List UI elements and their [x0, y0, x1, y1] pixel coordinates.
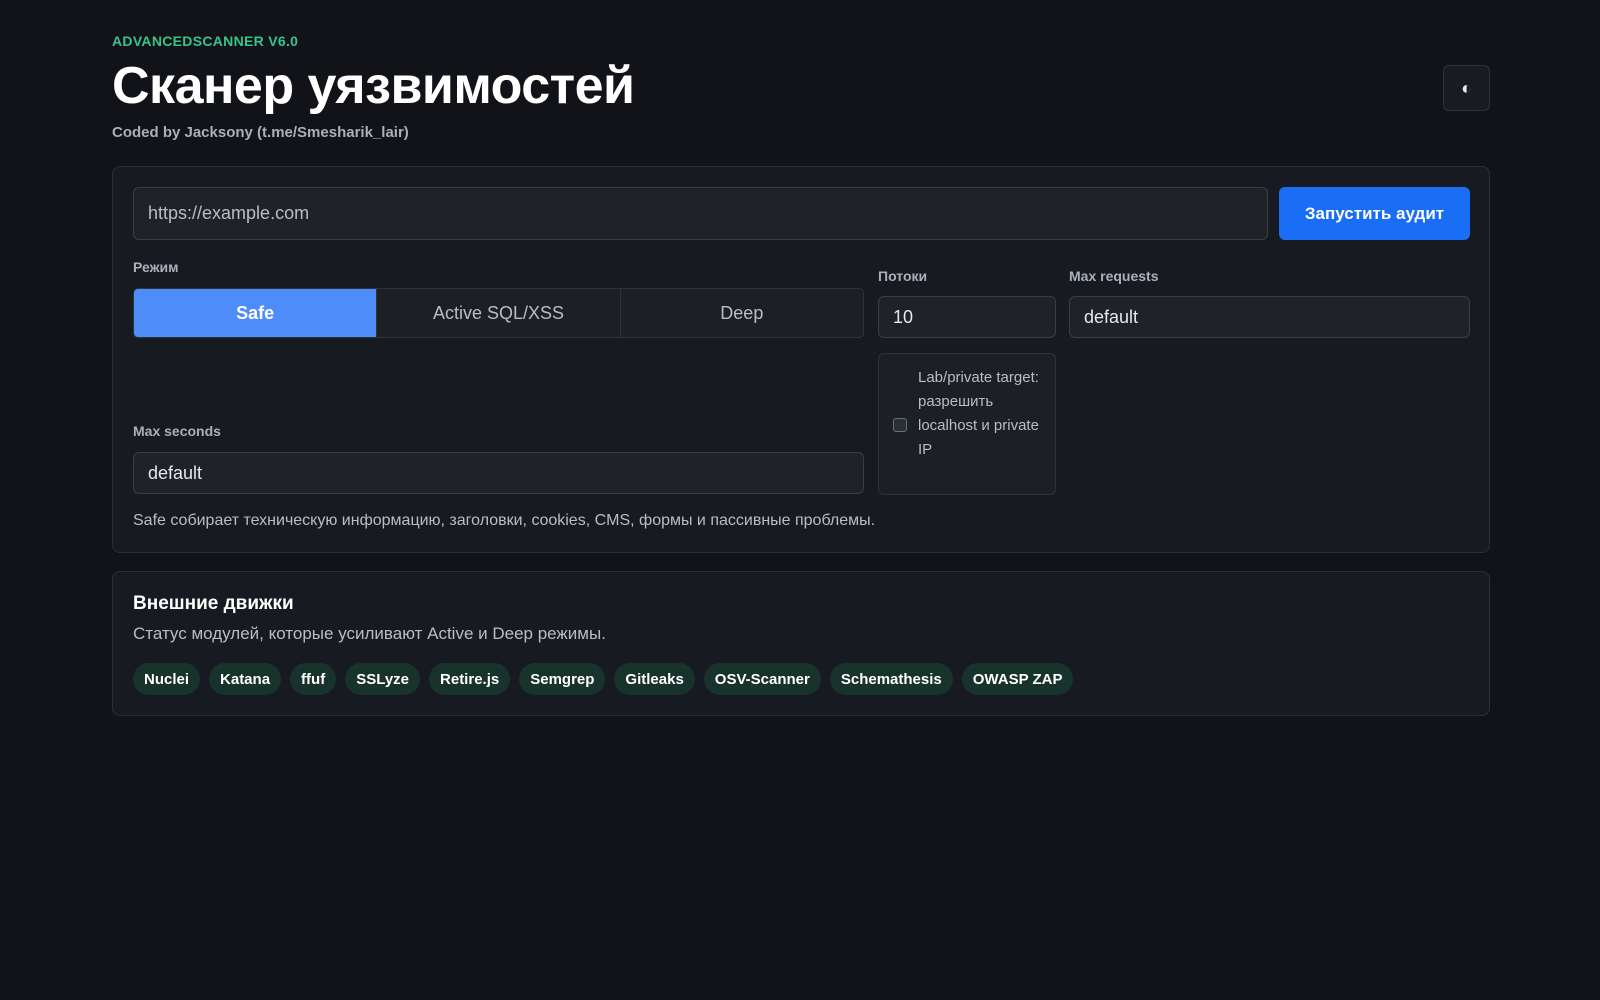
engines-description: Статус модулей, которые усиливают Active… [133, 624, 606, 643]
mode-option-active[interactable]: Active SQL/XSS [377, 289, 621, 337]
max-requests-input[interactable] [1069, 296, 1470, 338]
run-audit-button[interactable]: Запустить аудит [1279, 187, 1470, 240]
engine-chip: Katana [209, 663, 282, 695]
engine-chip: SSLyze [345, 663, 421, 695]
engines-title: Внешние движки [133, 593, 294, 614]
mode-option-safe[interactable]: Safe [134, 289, 378, 337]
mode-option-deep[interactable]: Deep [621, 289, 863, 337]
target-url-input[interactable] [133, 187, 1268, 240]
max-seconds-label: Max seconds [133, 423, 221, 439]
theme-toggle-button[interactable]: ◐ [1443, 65, 1490, 111]
max-requests-label: Max requests [1069, 268, 1159, 284]
engine-chip: Nuclei [133, 663, 201, 695]
max-seconds-input[interactable] [133, 452, 864, 494]
scan-settings-card: Запустить аудит Режим Safe Active SQL/XS… [112, 166, 1490, 553]
engine-chip: OSV-Scanner [703, 663, 821, 695]
mode-selector: Safe Active SQL/XSS Deep [133, 288, 864, 338]
lab-target-option: Lab/private target: разрешить localhost … [878, 353, 1056, 495]
engine-chip: Gitleaks [614, 663, 695, 695]
page-subtitle: Coded by Jacksony (t.me/Smesharik_lair) [112, 124, 409, 141]
contrast-icon: ◐ [1461, 77, 1472, 98]
brand-label: ADVANCEDSCANNER V6.0 [112, 33, 299, 49]
threads-input[interactable] [878, 296, 1056, 338]
engine-chip: ffuf [290, 663, 337, 695]
engine-chip: Retire.js [429, 663, 511, 695]
external-engines-card: Внешние движки Статус модулей, которые у… [112, 571, 1490, 716]
page-title: Сканер уязвимостей [112, 57, 635, 115]
engine-chip: Semgrep [519, 663, 606, 695]
lab-target-label: Lab/private target: разрешить localhost … [918, 369, 1039, 458]
lab-target-checkbox[interactable] [893, 418, 907, 432]
mode-label: Режим [133, 259, 179, 275]
mode-hint: Safe собирает техническую информацию, за… [133, 512, 876, 529]
engine-chip: Schemathesis [829, 663, 953, 695]
engine-chip-list: Nuclei Katana ffuf SSLyze Retire.js Semg… [133, 663, 1074, 695]
engine-chip: OWASP ZAP [961, 663, 1074, 695]
threads-label: Потоки [878, 268, 928, 284]
